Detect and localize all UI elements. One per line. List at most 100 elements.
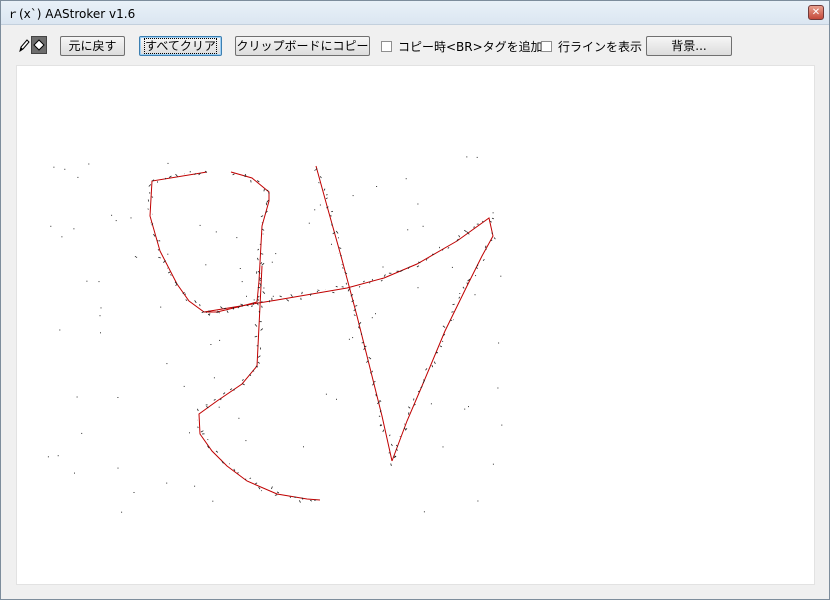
ascii-dot bbox=[308, 222, 310, 224]
ascii-dot bbox=[167, 162, 169, 164]
ascii-mark bbox=[259, 284, 262, 287]
ascii-mark bbox=[301, 291, 303, 295]
ascii-dot bbox=[492, 212, 494, 214]
ascii-mark bbox=[318, 181, 320, 184]
ascii-mark bbox=[417, 390, 420, 393]
ascii-dot bbox=[50, 225, 52, 227]
ascii-mark bbox=[163, 260, 166, 263]
ascii-dot bbox=[218, 406, 220, 408]
ascii-mark bbox=[241, 304, 244, 307]
br-tag-checkbox-label: コピー時<BR>タグを追加 bbox=[398, 39, 543, 54]
ascii-mark bbox=[246, 304, 249, 307]
ascii-mark bbox=[338, 247, 342, 249]
ascii-mark bbox=[258, 277, 262, 280]
undo-button[interactable]: 元に戻す bbox=[60, 36, 125, 56]
close-button[interactable]: ✕ bbox=[808, 5, 824, 20]
ascii-mark bbox=[194, 173, 197, 176]
ascii-mark bbox=[208, 310, 211, 312]
ascii-dot bbox=[57, 455, 59, 457]
eraser-tool-button[interactable] bbox=[31, 36, 47, 54]
ascii-mark bbox=[243, 175, 246, 178]
show-lines-checkbox-box[interactable] bbox=[541, 40, 552, 52]
ascii-dot bbox=[183, 385, 185, 387]
ascii-dot bbox=[375, 313, 376, 315]
ascii-dot bbox=[371, 317, 373, 319]
clear-all-button[interactable]: すべてクリア bbox=[139, 36, 222, 56]
ascii-mark bbox=[257, 361, 260, 364]
ascii-mark bbox=[261, 305, 263, 308]
ascii-dot bbox=[464, 408, 466, 410]
ascii-dot bbox=[134, 256, 136, 258]
ascii-mark bbox=[404, 423, 406, 425]
ascii-mark bbox=[418, 261, 421, 264]
ascii-mark bbox=[261, 228, 265, 231]
ascii-mark bbox=[197, 408, 199, 412]
ascii-mark bbox=[279, 295, 282, 298]
ascii-dot bbox=[167, 253, 169, 255]
ascii-dot bbox=[133, 492, 135, 493]
ascii-dot bbox=[405, 178, 407, 180]
ascii-mark bbox=[368, 356, 372, 360]
ascii-mark bbox=[286, 298, 290, 302]
ascii-mark bbox=[185, 299, 188, 302]
clear-all-button-label: すべてクリア bbox=[144, 38, 217, 54]
ascii-mark bbox=[153, 233, 156, 237]
ascii-mark bbox=[232, 173, 235, 176]
ascii-dot bbox=[81, 432, 83, 434]
ascii-dot bbox=[430, 403, 432, 405]
ascii-mark bbox=[353, 314, 356, 316]
ascii-mark bbox=[413, 404, 416, 406]
ascii-mark bbox=[344, 271, 348, 275]
br-tag-checkbox[interactable]: コピー時<BR>タグを追加 bbox=[381, 37, 543, 55]
drawing-canvas[interactable] bbox=[16, 65, 815, 585]
ascii-dot bbox=[208, 313, 209, 315]
pencil-tool-button[interactable] bbox=[16, 36, 31, 54]
ascii-mark bbox=[422, 381, 425, 384]
ascii-mark bbox=[390, 443, 393, 447]
ascii-mark bbox=[325, 197, 328, 200]
background-button[interactable]: 背景... bbox=[646, 36, 732, 56]
ascii-mark bbox=[157, 248, 160, 251]
br-tag-checkbox-box[interactable] bbox=[381, 40, 392, 52]
ascii-mark bbox=[482, 258, 485, 261]
ascii-mark bbox=[484, 245, 487, 249]
ascii-mark bbox=[382, 429, 385, 433]
ascii-mark bbox=[182, 291, 185, 295]
ascii-mark bbox=[260, 490, 263, 492]
ascii-dot bbox=[160, 306, 162, 308]
ascii-mark bbox=[261, 262, 265, 266]
ascii-dot bbox=[498, 342, 500, 344]
ascii-mark bbox=[475, 266, 478, 269]
ascii-mark bbox=[366, 360, 369, 363]
ascii-mark bbox=[274, 494, 278, 496]
ascii-dot bbox=[501, 424, 503, 426]
ascii-dot bbox=[215, 231, 217, 233]
ascii-mark bbox=[363, 345, 367, 348]
ascii-mark bbox=[208, 313, 211, 316]
ascii-mark bbox=[199, 304, 201, 307]
title-bar[interactable]: ｒ(x`) AAStroker v1.6 ✕ bbox=[1, 1, 829, 25]
ascii-mark bbox=[259, 283, 262, 286]
ascii-mark bbox=[249, 374, 252, 376]
ascii-mark bbox=[371, 370, 373, 373]
ascii-mark bbox=[158, 240, 161, 242]
ascii-dot bbox=[477, 500, 479, 502]
ascii-mark bbox=[257, 298, 259, 301]
ascii-mark bbox=[168, 175, 172, 178]
ascii-mark bbox=[170, 274, 172, 276]
show-lines-checkbox[interactable]: 行ラインを表示 bbox=[541, 37, 642, 55]
ascii-mark bbox=[416, 265, 420, 268]
undo-button-label: 元に戻す bbox=[68, 39, 117, 53]
ascii-mark bbox=[315, 168, 318, 171]
ascii-mark bbox=[491, 217, 495, 220]
ascii-mark bbox=[372, 383, 375, 386]
ascii-dot bbox=[219, 339, 221, 341]
ascii-dot bbox=[497, 387, 499, 389]
ascii-mark bbox=[379, 399, 382, 402]
ascii-dot bbox=[331, 243, 332, 245]
ascii-mark bbox=[319, 176, 322, 179]
ascii-dot bbox=[245, 440, 247, 442]
copy-to-clipboard-button[interactable]: クリップボードにコピー bbox=[235, 36, 370, 56]
ascii-dot bbox=[352, 195, 354, 197]
ascii-mark bbox=[148, 184, 152, 187]
